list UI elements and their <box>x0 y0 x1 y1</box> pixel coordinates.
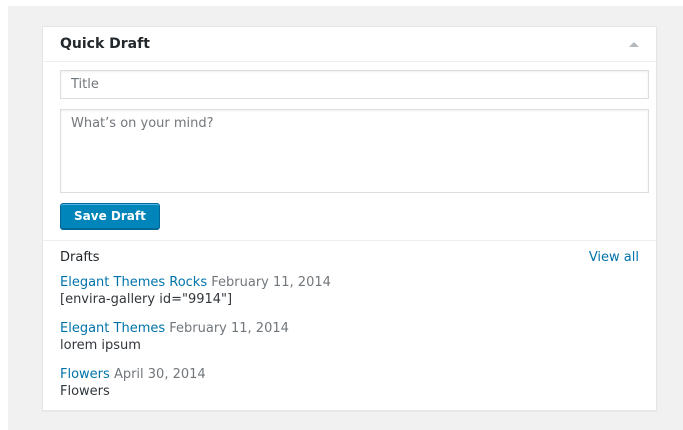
draft-date: February 11, 2014 <box>211 275 331 290</box>
draft-list: Elegant Themes Rocks February 11, 2014 [… <box>60 274 640 412</box>
drafts-section: Drafts View all Elegant Themes Rocks Feb… <box>43 240 656 399</box>
view-all-link[interactable]: View all <box>589 250 639 265</box>
draft-date: April 30, 2014 <box>113 367 206 382</box>
draft-excerpt: Flowers <box>60 384 110 399</box>
draft-excerpt: lorem ipsum <box>60 338 141 353</box>
content-textarea[interactable] <box>60 109 649 193</box>
draft-title-link[interactable]: Elegant Themes <box>60 321 165 336</box>
arrow-up-icon[interactable] <box>629 42 639 47</box>
draft-date: February 11, 2014 <box>169 321 289 336</box>
draft-item: Flowers April 30, 2014 Flowers <box>60 366 640 412</box>
widget-header: Quick Draft <box>43 27 656 62</box>
dashboard-background: Quick Draft Save Draft Drafts View all E… <box>8 6 683 430</box>
draft-item: Elegant Themes February 11, 2014 lorem i… <box>60 320 640 366</box>
draft-meta: Elegant Themes February 11, 2014 <box>60 320 640 337</box>
draft-title-link[interactable]: Flowers <box>60 367 110 382</box>
draft-meta: Flowers April 30, 2014 <box>60 366 640 383</box>
drafts-heading: Drafts <box>60 250 100 265</box>
widget-title: Quick Draft <box>60 36 150 52</box>
draft-excerpt: [envira-gallery id="9914"] <box>60 292 233 307</box>
draft-item: Elegant Themes Rocks February 11, 2014 [… <box>60 274 640 320</box>
quick-draft-widget: Quick Draft Save Draft Drafts View all E… <box>42 26 657 411</box>
save-draft-button[interactable]: Save Draft <box>60 203 160 229</box>
title-input[interactable] <box>60 70 649 99</box>
draft-title-link[interactable]: Elegant Themes Rocks <box>60 275 207 290</box>
draft-meta: Elegant Themes Rocks February 11, 2014 <box>60 274 640 291</box>
